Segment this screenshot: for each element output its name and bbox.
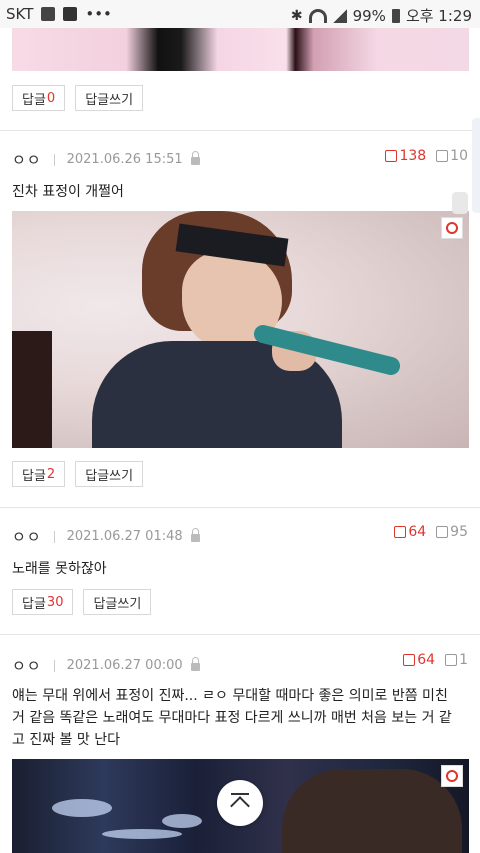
post-meta: ㅇㅇ 2021.06.27 00:00 — [12, 655, 200, 676]
thumbs-up-icon — [385, 150, 398, 162]
zoom-icon[interactable] — [441, 765, 463, 787]
more-notifications-icon: ••• — [85, 5, 112, 23]
zoom-icon[interactable] — [441, 217, 463, 239]
write-reply-button[interactable]: 답글쓰기 — [75, 461, 144, 487]
post-date: 2021.06.27 01:48 — [66, 529, 183, 544]
replies-button[interactable]: 답글 30 — [12, 589, 74, 615]
divider — [0, 507, 480, 508]
replies-button[interactable]: 답글 2 — [12, 461, 66, 487]
author-name[interactable]: ㅇㅇ — [12, 149, 42, 170]
carrier-label: SKT — [6, 5, 34, 23]
like-button[interactable]: 64 — [394, 524, 426, 540]
separator — [53, 153, 55, 166]
reply-actions: 답글 30 답글쓰기 — [12, 589, 152, 615]
battery-icon — [391, 8, 400, 23]
reply-actions: 답글 0 답글쓰기 — [12, 85, 144, 111]
post-image[interactable] — [12, 211, 469, 448]
separator — [53, 530, 55, 543]
thumbs-up-icon — [394, 526, 407, 538]
vote-group: 64 95 — [394, 524, 468, 540]
vote-group: 138 10 — [385, 148, 468, 164]
dislike-button[interactable]: 10 — [436, 148, 468, 164]
status-bar: SKT ••• ✱ 99% 오후 1:29 — [0, 0, 480, 28]
replies-label: 답글 — [22, 596, 46, 612]
post-date: 2021.06.26 15:51 — [66, 152, 183, 167]
author-name[interactable]: ㅇㅇ — [12, 655, 42, 676]
like-button[interactable]: 64 — [403, 652, 435, 668]
post-meta: ㅇㅇ 2021.06.27 01:48 — [12, 526, 200, 547]
stage-light — [162, 814, 202, 828]
activity-icon — [63, 7, 78, 21]
like-count: 138 — [399, 148, 427, 164]
post-image-top[interactable] — [12, 28, 469, 71]
lock-icon — [190, 150, 200, 165]
post-text: 얘는 무대 위에서 표정이 진짜... ㄹㅇ 무대할 때마다 좋은 의미로 반쯤… — [12, 688, 452, 748]
stage-light — [102, 829, 182, 839]
reply-count: 2 — [46, 466, 56, 482]
like-button[interactable]: 138 — [385, 148, 426, 164]
chevron-up-icon — [230, 796, 250, 816]
lock-icon — [190, 527, 200, 542]
replies-label: 답글 — [22, 468, 46, 484]
photo-background — [12, 331, 52, 448]
clock: 오후 1:29 — [405, 7, 472, 25]
reply-count: 0 — [46, 90, 56, 106]
divider — [0, 130, 480, 131]
replies-button[interactable]: 답글 0 — [12, 85, 66, 111]
post-meta: ㅇㅇ 2021.06.26 15:51 — [12, 149, 200, 170]
top-bar-icon — [231, 793, 249, 795]
write-reply-button[interactable]: 답글쓰기 — [83, 589, 152, 615]
like-count: 64 — [408, 524, 427, 540]
thumbs-down-icon — [445, 654, 458, 666]
bluetooth-icon: ✱ — [290, 7, 303, 24]
lock-icon — [190, 656, 200, 671]
scroll-to-top-button[interactable] — [217, 780, 263, 826]
scroll-indicator[interactable] — [452, 192, 468, 214]
like-count: 64 — [417, 652, 436, 668]
thumbs-down-icon — [436, 150, 449, 162]
reply-actions: 답글 2 답글쓰기 — [12, 461, 144, 487]
reply-count: 30 — [46, 594, 64, 610]
dislike-count: 10 — [450, 148, 468, 164]
dislike-button[interactable]: 95 — [436, 524, 468, 540]
separator — [53, 659, 55, 672]
post-date: 2021.06.27 00:00 — [66, 658, 183, 673]
dislike-count: 1 — [459, 652, 468, 668]
dislike-button[interactable]: 1 — [445, 652, 468, 668]
edge-panel-handle[interactable] — [472, 118, 480, 213]
thumbs-down-icon — [436, 526, 449, 538]
divider — [0, 634, 480, 635]
dislike-count: 95 — [450, 524, 468, 540]
post-text: 노래를 못하잖아 — [12, 561, 107, 577]
vote-group: 64 1 — [403, 652, 468, 668]
post-text: 진차 표정이 개쩔어 — [12, 184, 124, 200]
battery-level: 99% — [352, 6, 386, 25]
write-reply-button[interactable]: 답글쓰기 — [75, 85, 144, 111]
signal-icon — [332, 8, 347, 23]
b-app-icon — [41, 7, 56, 21]
author-name[interactable]: ㅇㅇ — [12, 526, 42, 547]
photo-person — [282, 769, 462, 853]
stage-light — [52, 799, 112, 817]
replies-label: 답글 — [22, 92, 46, 108]
thumbs-up-icon — [403, 654, 416, 666]
wifi-icon — [308, 8, 327, 23]
